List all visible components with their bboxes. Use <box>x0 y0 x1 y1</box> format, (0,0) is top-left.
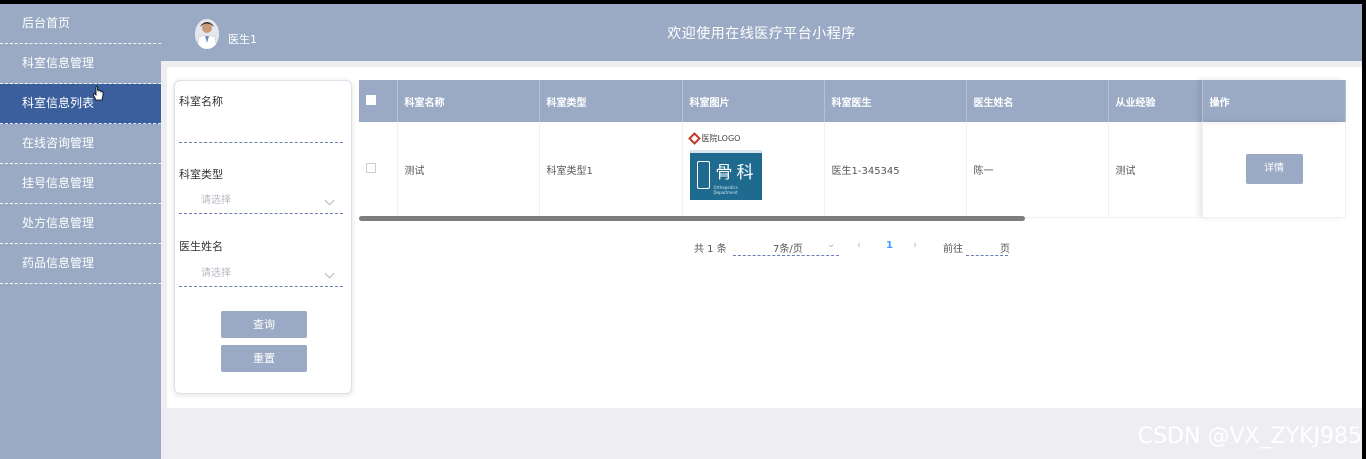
sidebar-item-label: 在线咨询管理 <box>22 136 95 150</box>
sidebar-item-label: 科室信息列表 <box>22 96 95 110</box>
sidebar-item-dept-management[interactable]: 科室信息管理 <box>0 44 161 84</box>
select-all-header <box>359 80 398 122</box>
row-select-cell <box>359 122 398 218</box>
goto-label: 前往 <box>943 244 963 255</box>
sidebar-item-consult-management[interactable]: 在线咨询管理 <box>0 124 161 164</box>
sidebar-item-label: 处方信息管理 <box>22 216 95 230</box>
table-header-row: 科室名称 科室类型 科室图片 科室医生 医生姓名 从业经验 操作 <box>359 80 1346 122</box>
column-header[interactable]: 科室图片 <box>682 80 825 122</box>
doctor-name-select[interactable]: 请选择 <box>179 261 343 287</box>
experience-cell: 测试 <box>1108 122 1203 218</box>
page-size-value: 7条/页 <box>773 244 803 255</box>
sidebar-item-label: 科室信息管理 <box>22 56 95 70</box>
column-header[interactable]: 科室名称 <box>397 80 540 122</box>
column-header: 操作 <box>1202 80 1346 122</box>
page-number[interactable]: 1 <box>886 240 893 251</box>
sidebar-item-dept-list[interactable]: 科室信息列表 <box>0 84 161 124</box>
dept-name-input[interactable] <box>179 117 343 143</box>
next-page-icon[interactable]: › <box>913 240 917 251</box>
chevron-down-icon: ⌄ <box>827 239 836 250</box>
dept-type-select[interactable]: 请选择 <box>179 188 343 214</box>
person-icon <box>696 161 710 190</box>
dept-doctor-cell: 医生1-345345 <box>824 122 967 218</box>
dept-table: 科室名称 科室类型 科室图片 科室医生 医生姓名 从业经验 操作 测试 科室类型… <box>359 80 1346 218</box>
top-header: 医生1 欢迎使用在线医疗平台小程序 <box>161 4 1362 61</box>
chevron-down-icon <box>324 195 335 206</box>
total-count: 共 1 条 <box>694 244 727 255</box>
dept-type-placeholder: 请选择 <box>201 195 231 206</box>
sidebar-item-label: 后台首页 <box>22 16 71 30</box>
logo-text: 医院LOGO <box>701 133 741 143</box>
column-header[interactable]: 从业经验 <box>1108 80 1203 122</box>
sidebar-item-home[interactable]: 后台首页 <box>0 4 161 44</box>
dept-name-label: 科室名称 <box>179 95 223 108</box>
doctor-name-cell: 陈一 <box>966 122 1109 218</box>
dept-image[interactable]: 医院LOGO 骨科 Orthopedics Department <box>687 130 762 208</box>
dept-type-cell: 科室类型1 <box>539 122 683 218</box>
signboard-subtext: Orthopedics Department <box>713 185 738 196</box>
pagination: 共 1 条 7条/页 ⌄ ‹ 1 › 前往 页 <box>0 236 1366 258</box>
dept-signboard: 骨科 Orthopedics Department <box>689 150 762 201</box>
page-title: 欢迎使用在线医疗平台小程序 <box>667 26 856 42</box>
hospital-logo: 医院LOGO <box>687 130 762 146</box>
doctor-name-placeholder: 请选择 <box>201 268 231 279</box>
prev-page-icon[interactable]: ‹ <box>857 240 861 251</box>
query-button[interactable]: 查询 <box>221 311 307 338</box>
select-all-checkbox[interactable] <box>366 94 376 105</box>
column-header[interactable]: 医生姓名 <box>966 80 1109 122</box>
horizontal-scrollbar[interactable] <box>359 216 1025 221</box>
sidebar-item-label: 药品信息管理 <box>22 256 95 270</box>
detail-button[interactable]: 详情 <box>1245 154 1303 185</box>
chevron-down-icon <box>324 268 335 279</box>
dept-type-label: 科室类型 <box>179 168 223 181</box>
signboard-text: 骨科 <box>715 163 758 184</box>
dept-name-cell: 测试 <box>397 122 540 218</box>
sidebar-item-registration-management[interactable]: 挂号信息管理 <box>0 164 161 204</box>
reset-button[interactable]: 重置 <box>221 345 307 372</box>
page-size-select[interactable]: 7条/页 ⌄ <box>733 236 839 256</box>
window-right-border <box>1362 0 1366 459</box>
page-suffix: 页 <box>1000 244 1010 255</box>
column-header[interactable]: 科室医生 <box>824 80 967 122</box>
logo-mark-icon <box>687 131 701 145</box>
watermark: CSDN @VX_ZYKJ985 <box>1137 424 1362 449</box>
sidebar-item-label: 挂号信息管理 <box>22 176 95 190</box>
table-row: 测试 科室类型1 医院LOGO 骨科 Orthopedics Departmen… <box>359 122 1346 218</box>
hand-cursor-icon <box>93 86 104 101</box>
row-checkbox[interactable] <box>366 162 376 173</box>
column-header[interactable]: 科室类型 <box>539 80 683 122</box>
action-cell: 详情 <box>1202 122 1346 218</box>
dept-image-cell: 医院LOGO 骨科 Orthopedics Department <box>682 122 825 218</box>
sidebar: 后台首页 科室信息管理 科室信息列表 在线咨询管理 挂号信息管理 处方信息管理 … <box>0 4 161 459</box>
